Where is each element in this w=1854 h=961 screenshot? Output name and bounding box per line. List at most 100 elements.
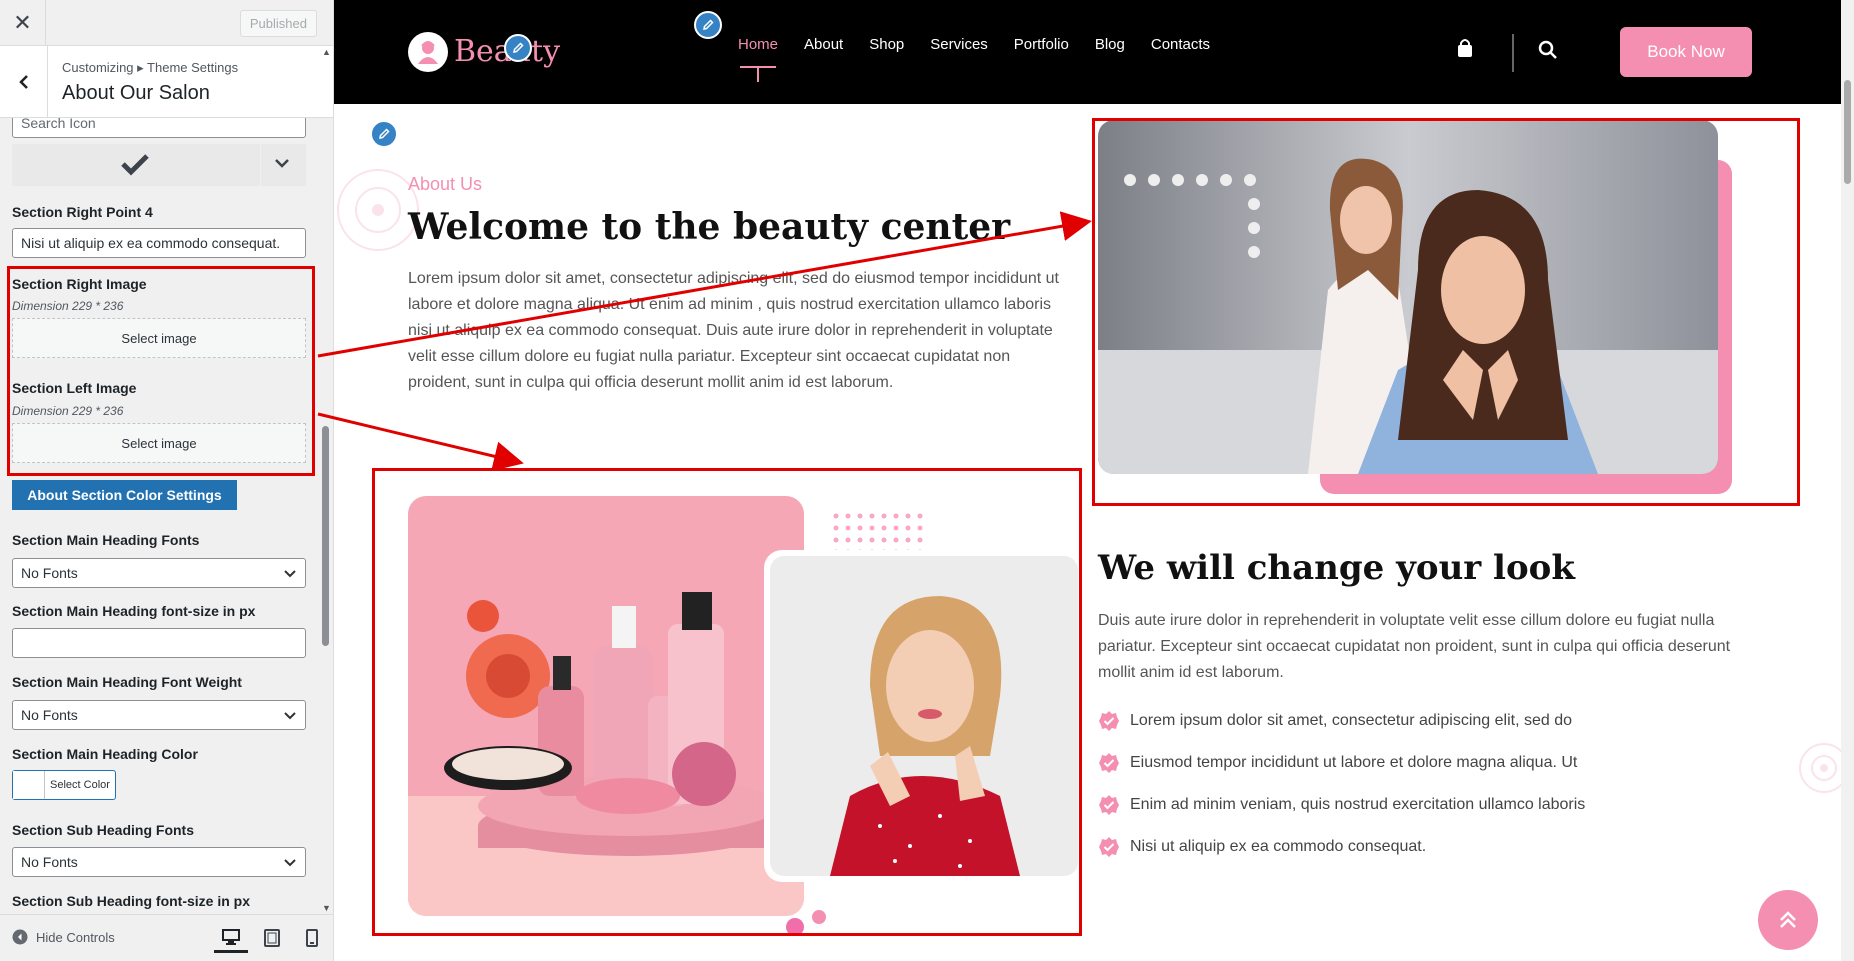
- edit-pencil-icon[interactable]: [504, 34, 532, 62]
- site-header: Beauty Home About Shop Services Portfoli…: [334, 0, 1854, 104]
- salon-photo: [1098, 120, 1718, 474]
- decorative-dot: [786, 918, 804, 936]
- chevron-down-icon: [284, 712, 296, 720]
- panel-title: About Our Salon: [62, 82, 210, 104]
- breadcrumb: Customizing ▸ Theme Settings: [62, 60, 239, 75]
- main-heading-size-label: Section Main Heading font-size in px: [12, 603, 256, 619]
- controls-panel: Search Icon Section Right Point 4 Nisi u…: [0, 118, 320, 914]
- about-color-settings-button[interactable]: About Section Color Settings: [12, 480, 237, 510]
- point-text: Enim ad minim veniam, quis nostrud exerc…: [1130, 796, 1586, 813]
- customizer-footer: Hide Controls: [0, 914, 333, 961]
- right-point-4-input[interactable]: Nisi ut aliquip ex ea commodo consequat.: [12, 228, 306, 258]
- hide-controls-label: Hide Controls: [36, 929, 115, 945]
- sub-heading-fonts-label: Section Sub Heading Fonts: [12, 822, 195, 838]
- point-text: Eiusmod tempor incididunt ut labore et d…: [1130, 754, 1578, 771]
- main-heading-color-label: Section Main Heading Color: [12, 746, 198, 762]
- change-look-heading: We will change your look: [1098, 548, 1575, 588]
- sub-heading-fonts-select[interactable]: No Fonts: [12, 847, 306, 877]
- chevron-down-icon: [284, 570, 296, 578]
- site-preview: Beauty Home About Shop Services Portfoli…: [334, 0, 1854, 961]
- mobile-preview-icon[interactable]: [295, 923, 329, 953]
- left-image-dimension: Dimension 229 * 236: [12, 404, 124, 418]
- icon-picker[interactable]: [12, 144, 306, 186]
- close-icon[interactable]: ✕: [0, 0, 46, 46]
- nav-shop[interactable]: Shop: [869, 36, 904, 53]
- nav-about[interactable]: About: [804, 36, 843, 53]
- woman-portrait-photo: [770, 556, 1078, 876]
- main-heading-weight-label: Section Main Heading Font Weight: [12, 674, 242, 690]
- main-heading-fonts-label: Section Main Heading Fonts: [12, 532, 200, 548]
- collapse-icon: [12, 929, 28, 945]
- decorative-circle-icon: [1799, 743, 1844, 793]
- main-heading-size-input[interactable]: [12, 628, 306, 658]
- book-now-button[interactable]: Book Now: [1620, 27, 1752, 77]
- checkmark-icon: [121, 154, 149, 176]
- nav-blog[interactable]: Blog: [1095, 36, 1125, 53]
- about-left-images: [408, 494, 1088, 936]
- change-look-paragraph: Duis aute irure dolor in reprehenderit i…: [1098, 612, 1731, 681]
- color-swatch: [13, 771, 45, 799]
- main-nav: Home About Shop Services Portfolio Blog …: [738, 36, 1210, 53]
- main-heading-fonts-select[interactable]: No Fonts: [12, 558, 306, 588]
- badge-check-icon: [1099, 795, 1119, 815]
- chevron-down-icon: [284, 859, 296, 867]
- select-value: No Fonts: [21, 707, 78, 723]
- list-item: Eiusmod tempor incididunt ut labore et d…: [1098, 742, 1585, 784]
- scrollbar-thumb[interactable]: [1844, 80, 1851, 184]
- scroll-down-arrow-icon[interactable]: ▼: [322, 904, 331, 913]
- right-image-label: Section Right Image: [12, 276, 147, 292]
- list-item: Lorem ipsum dolor sit amet, consectetur …: [1098, 700, 1585, 742]
- nav-contacts[interactable]: Contacts: [1151, 36, 1210, 53]
- about-right-image: [1098, 120, 1738, 500]
- right-image-dimension: Dimension 229 * 236: [12, 299, 124, 313]
- badge-check-icon: [1099, 711, 1119, 731]
- select-value: No Fonts: [21, 854, 78, 870]
- about-paragraph: Lorem ipsum dolor sit amet, consectetur …: [408, 270, 1059, 391]
- edit-pencil-icon[interactable]: [370, 120, 398, 148]
- preview-scrollbar[interactable]: [1841, 0, 1854, 961]
- nav-home[interactable]: Home: [738, 36, 778, 53]
- published-button[interactable]: Published: [239, 10, 317, 37]
- scrollbar-thumb[interactable]: [322, 426, 329, 646]
- select-right-image-button[interactable]: Select image: [12, 318, 306, 358]
- main-heading-color-picker[interactable]: Select Color: [12, 770, 116, 800]
- active-nav-tick: [757, 66, 759, 82]
- scroll-up-arrow-icon[interactable]: ▲: [322, 48, 331, 57]
- search-icon[interactable]: [1538, 40, 1558, 60]
- double-chevron-up-icon: [1780, 911, 1796, 928]
- hide-controls-button[interactable]: Hide Controls: [12, 929, 115, 945]
- about-section-label: About Us: [408, 174, 483, 194]
- nav-services[interactable]: Services: [930, 36, 988, 53]
- left-image-label: Section Left Image: [12, 380, 137, 396]
- point-text: Lorem ipsum dolor sit amet, consectetur …: [1130, 712, 1572, 729]
- decorative-dot: [812, 910, 826, 924]
- sub-heading-size-label: Section Sub Heading font-size in px: [12, 893, 251, 909]
- badge-check-icon: [1099, 837, 1119, 857]
- list-item: Enim ad minim veniam, quis nostrud exerc…: [1098, 784, 1585, 826]
- select-value: No Fonts: [21, 565, 78, 581]
- right-point-4-label: Section Right Point 4: [12, 204, 153, 220]
- chevron-down-icon[interactable]: [274, 156, 290, 170]
- logo-icon[interactable]: [408, 32, 448, 72]
- portrait-frame: [764, 550, 1084, 882]
- divider: [260, 144, 261, 186]
- nav-portfolio[interactable]: Portfolio: [1014, 36, 1069, 53]
- section-header: Customizing ▸ Theme Settings About Our S…: [0, 46, 333, 118]
- scroll-to-top-button[interactable]: [1758, 890, 1818, 950]
- desktop-preview-icon[interactable]: [214, 923, 248, 953]
- list-item: Nisi ut aliquip ex ea commodo consequat.: [1098, 826, 1585, 868]
- sidebar-scrollbar[interactable]: ▲ ▼: [320, 46, 333, 914]
- customizer-sidebar: ✕ Published Customizing ▸ Theme Settings…: [0, 0, 334, 961]
- select-color-label: Select Color: [50, 779, 110, 791]
- search-icon-input[interactable]: Search Icon: [12, 118, 306, 138]
- edit-pencil-icon[interactable]: [694, 11, 722, 39]
- tablet-preview-icon[interactable]: [255, 923, 289, 953]
- badge-check-icon: [1099, 753, 1119, 773]
- main-heading-weight-select[interactable]: No Fonts: [12, 700, 306, 730]
- back-arrow-icon[interactable]: [0, 46, 48, 118]
- customizer-topbar: ✕ Published: [0, 0, 333, 46]
- about-heading: Welcome to the beauty center: [408, 206, 1011, 248]
- feature-points: Lorem ipsum dolor sit amet, consectetur …: [1098, 700, 1585, 868]
- select-left-image-button[interactable]: Select image: [12, 423, 306, 463]
- cart-icon[interactable]: [1456, 38, 1474, 58]
